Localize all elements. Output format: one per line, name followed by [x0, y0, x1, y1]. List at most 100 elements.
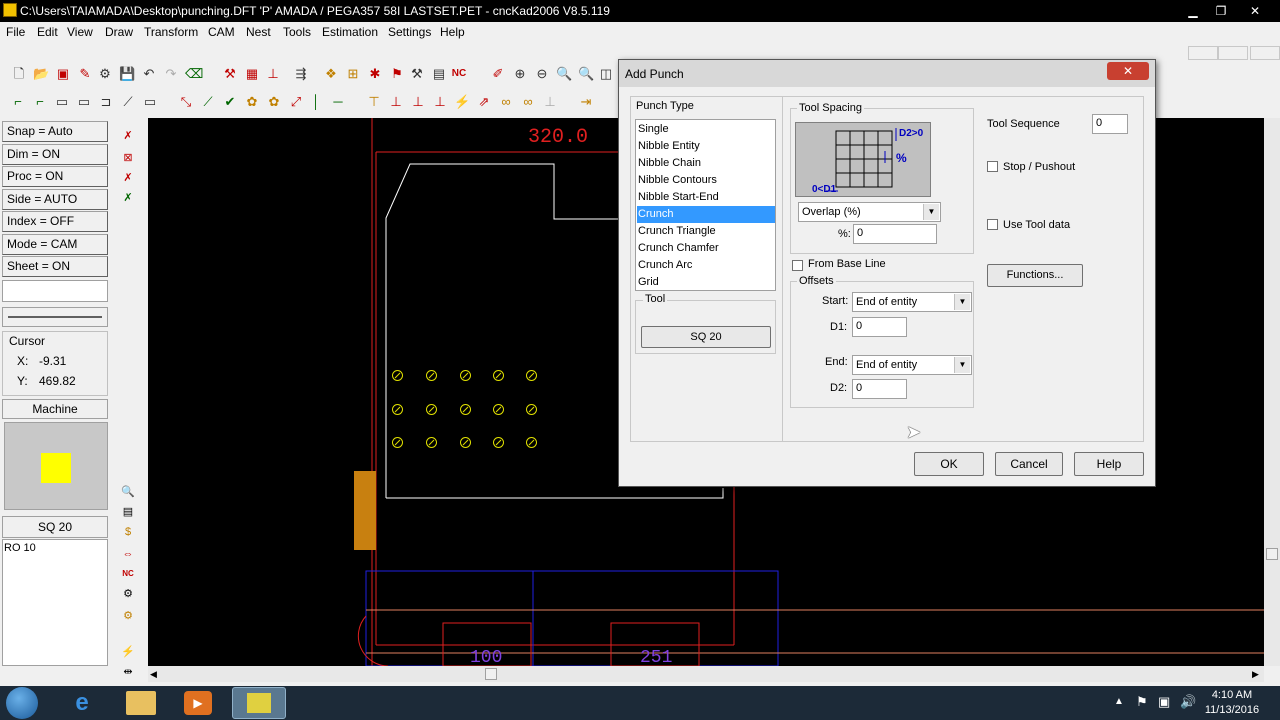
flag-icon[interactable]: ⚑ [1136, 694, 1148, 710]
move-icon[interactable]: ⇥ [578, 94, 594, 110]
punch-type-single[interactable]: Single [637, 121, 775, 138]
clamp-icon[interactable]: ⚑ [389, 66, 405, 82]
save-icon[interactable]: 💾 [119, 66, 135, 82]
start-select[interactable]: End of entity ▼ [852, 292, 972, 312]
chevron-down-icon[interactable]: ▼ [954, 357, 970, 373]
trim-icon[interactable]: ⤡ [178, 94, 194, 110]
punch-type-crunch[interactable]: Crunch [637, 206, 775, 223]
tool-select-button[interactable]: SQ 20 [641, 326, 771, 348]
end-select[interactable]: End of entity ▼ [852, 355, 972, 375]
vertical-scrollbar[interactable] [1264, 118, 1280, 666]
nc-file-icon[interactable]: ▣ [55, 66, 71, 82]
punch-type-nibble-start-end[interactable]: Nibble Start-End [637, 189, 775, 206]
punch-type-crunch-triangle[interactable]: Crunch Triangle [637, 223, 775, 240]
ie-icon[interactable]: e [68, 690, 96, 716]
stop-pushout-checkbox[interactable] [987, 161, 998, 172]
scroll-right-icon[interactable]: ▶ [1252, 669, 1259, 680]
punch-type-grid[interactable]: Grid [637, 274, 775, 291]
menu-settings[interactable]: Settings [388, 25, 431, 39]
nc-generate-icon[interactable]: NC [120, 566, 136, 582]
hammer-icon[interactable]: ⚒ [409, 66, 425, 82]
tool-sequence-input[interactable]: 0 [1092, 114, 1128, 134]
remove-tool-icon[interactable]: ✗ [120, 170, 136, 186]
use-tool-data-checkbox[interactable] [987, 219, 998, 230]
inspect-icon[interactable]: 🔍 [120, 484, 136, 500]
sheet-icon[interactable]: ⇶ [293, 66, 309, 82]
box-icon[interactable]: ▭ [142, 94, 158, 110]
snap-button[interactable]: Snap = Auto [2, 121, 108, 142]
network-icon[interactable]: ▣ [1158, 694, 1170, 710]
punch-tool-icon[interactable]: ⚒ [222, 66, 238, 82]
import-icon[interactable]: ⚙ [97, 66, 113, 82]
rect-corner-icon[interactable]: ▭ [76, 94, 92, 110]
auto-nest-icon[interactable]: ✱ [367, 66, 383, 82]
arrow-diag-icon[interactable]: ⤢ [288, 94, 304, 110]
tool-list-item[interactable]: RO 10 [4, 542, 36, 554]
punch-type-list[interactable]: Single Nibble Entity Nibble Chain Nibble… [635, 119, 776, 291]
maximize-button[interactable]: ❐ [1210, 2, 1232, 20]
scroll-left-icon[interactable]: ◀ [150, 669, 157, 680]
start-button[interactable] [6, 687, 38, 719]
menu-nest[interactable]: Nest [246, 25, 271, 39]
punch-type-nibble-entity[interactable]: Nibble Entity [637, 138, 775, 155]
current-tool[interactable]: SQ 20 [2, 516, 108, 538]
d2-input[interactable]: 0 [852, 379, 907, 399]
arrow-punch-icon[interactable]: ⇗ [476, 94, 492, 110]
punch-type-nibble-contours[interactable]: Nibble Contours [637, 172, 775, 189]
chevron-down-icon[interactable]: ▼ [923, 204, 939, 220]
proc-button[interactable]: Proc = ON [2, 166, 108, 187]
media-player-icon[interactable]: ▶ [184, 691, 212, 715]
zoom-window-icon[interactable]: 🔍 [556, 66, 572, 82]
zoom-all-icon[interactable]: 🔍 [578, 66, 594, 82]
horizontal-line-icon[interactable]: ─ [330, 94, 346, 110]
dialog-close-button[interactable]: ✕ [1107, 62, 1149, 80]
clock-date[interactable]: 11/13/2016 [1202, 704, 1262, 716]
cancel-button[interactable]: Cancel [995, 452, 1063, 476]
dialog-title-bar[interactable]: Add Punch ✕ [619, 60, 1155, 87]
slash-icon[interactable]: ⟋ [200, 94, 216, 110]
from-base-line-checkbox[interactable] [792, 260, 803, 271]
dim-button[interactable]: Dim = ON [2, 144, 108, 165]
report-icon[interactable]: ▤ [120, 504, 136, 520]
nc-icon[interactable]: NC [451, 66, 467, 82]
new-file-icon[interactable]: 🗋 [11, 66, 27, 82]
link-icon[interactable]: ∞ [498, 94, 514, 110]
menu-draw[interactable]: Draw [105, 25, 133, 39]
swap-icon[interactable]: ⇔ [120, 546, 136, 562]
measure-icon[interactable]: ✐ [490, 66, 506, 82]
delete-icon[interactable]: ⌫ [185, 66, 203, 82]
horizontal-scroll-thumb[interactable] [485, 668, 497, 680]
multi-hit-icon[interactable]: ⊥ [410, 94, 426, 110]
open-part-icon[interactable]: ✎ [77, 66, 93, 82]
zoom-in-icon[interactable]: ⊕ [512, 66, 528, 82]
edit-punch-icon[interactable]: ✗ [120, 190, 136, 206]
mode-button[interactable]: Mode = CAM [2, 234, 108, 255]
tray-expand-icon[interactable]: ▲ [1114, 696, 1124, 707]
spacing-mode-select[interactable]: Overlap (%) ▼ [798, 202, 941, 222]
transfer-icon[interactable]: ⚡ [120, 644, 136, 660]
menu-estimation[interactable]: Estimation [322, 25, 378, 39]
polyline-icon[interactable]: ⌐ [32, 94, 48, 110]
vertical-scroll-thumb[interactable] [1266, 548, 1278, 560]
nest-icon[interactable]: ❖ [323, 66, 339, 82]
menu-cam[interactable]: CAM [208, 25, 235, 39]
d1-input[interactable]: 0 [852, 317, 907, 337]
menu-tools[interactable]: Tools [283, 25, 311, 39]
horizontal-scrollbar[interactable]: ◀ ▶ [148, 666, 1264, 682]
cnckad-taskbar-button[interactable] [232, 687, 286, 719]
pct-input[interactable]: 0 [853, 224, 937, 244]
menu-help[interactable]: Help [440, 25, 465, 39]
gear-zoom-icon[interactable]: ✿ [266, 94, 282, 110]
delete-hits-icon[interactable]: ⊠ [120, 150, 136, 166]
menu-edit[interactable]: Edit [37, 25, 58, 39]
stamp-icon[interactable]: ⊥ [265, 66, 281, 82]
help-button[interactable]: Help [1074, 452, 1144, 476]
single-hit-icon[interactable]: ⊥ [388, 94, 404, 110]
chevron-down-icon[interactable]: ▼ [954, 294, 970, 310]
zoom-extents-icon[interactable]: ◫ [598, 66, 614, 82]
sheet-button[interactable]: Sheet = ON [2, 256, 108, 277]
tee-icon[interactable]: ⊤ [366, 94, 382, 110]
nest-sheet-icon[interactable]: ⊞ [345, 66, 361, 82]
grid-icon[interactable]: ▤ [431, 66, 447, 82]
rectangle-icon[interactable]: ▭ [54, 94, 70, 110]
